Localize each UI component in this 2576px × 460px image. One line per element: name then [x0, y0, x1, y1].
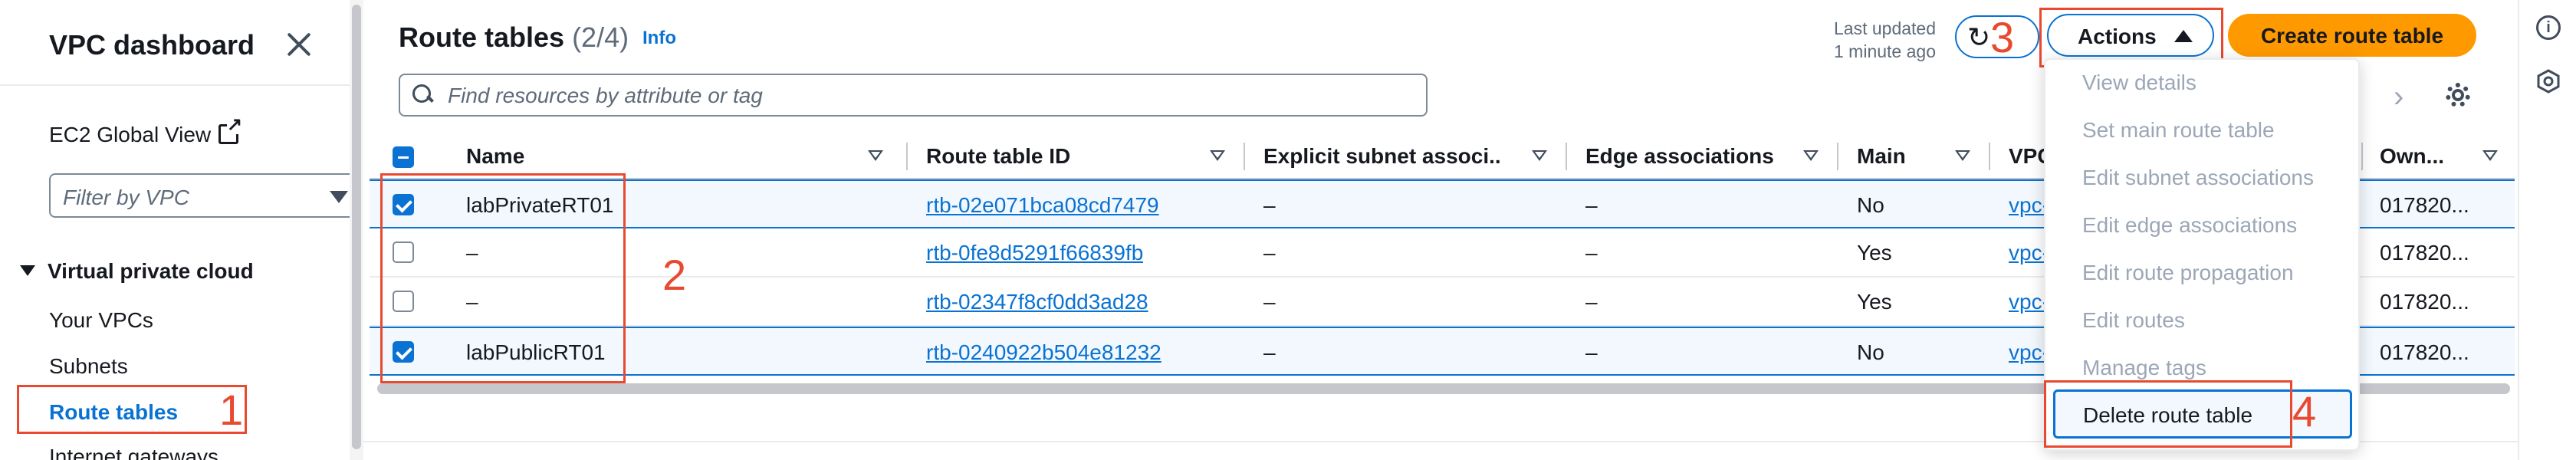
column-divider[interactable]: [1244, 143, 1245, 170]
info-icon[interactable]: i: [2536, 15, 2561, 40]
page-title-text: Route tables: [399, 21, 565, 53]
sort-icon[interactable]: [1803, 150, 1819, 161]
cell-route-table-id[interactable]: rtb-02347f8cf0dd3ad28: [926, 290, 1148, 314]
annotation-number-1: 1: [219, 386, 244, 434]
cell-edge: –: [1585, 193, 1598, 217]
section-virtual-private-cloud[interactable]: Virtual private cloud: [20, 259, 254, 284]
search-placeholder: Find resources by attribute or tag: [448, 84, 763, 107]
menu-item-edit-routes[interactable]: Edit routes: [2082, 308, 2185, 333]
cell-explicit: –: [1263, 193, 1276, 217]
menu-item-set-main-route-table[interactable]: Set main route table: [2082, 118, 2275, 143]
create-route-table-label: Create route table: [2260, 24, 2444, 48]
cell-explicit: –: [1263, 340, 1276, 364]
info-link[interactable]: Info: [642, 28, 676, 49]
main-content: Route tables (2/4) Info Last updated 1 m…: [363, 0, 2518, 460]
last-updated-label: Last updated: [1834, 18, 1937, 38]
cell-owner: 017820...: [2380, 290, 2469, 314]
cell-explicit: –: [1263, 290, 1276, 314]
column-header-name[interactable]: Name: [466, 144, 524, 169]
column-divider[interactable]: [1989, 143, 1990, 170]
filter-placeholder: Filter by VPC: [63, 186, 189, 209]
ec2-global-view-link[interactable]: EC2 Global View: [49, 116, 243, 147]
close-icon[interactable]: [285, 31, 313, 58]
menu-item-view-details[interactable]: View details: [2082, 71, 2196, 95]
menu-item-edit-edge-associations[interactable]: Edit edge associations: [2082, 213, 2297, 238]
select-all-checkbox[interactable]: [393, 146, 414, 168]
annotation-number-2: 2: [662, 251, 687, 299]
cell-route-table-id[interactable]: rtb-0240922b504e81232: [926, 340, 1162, 365]
menu-item-edit-route-propagation[interactable]: Edit route propagation: [2082, 261, 2294, 285]
cell-main: Yes: [1857, 241, 1892, 264]
cell-route-table-id[interactable]: rtb-0fe8d5291f66839fb: [926, 241, 1143, 265]
column-header-route-table-id[interactable]: Route table ID: [926, 144, 1070, 169]
refresh-icon: ↻: [1967, 21, 1991, 53]
sort-icon[interactable]: [2482, 150, 2498, 161]
annotation-box-1: [17, 385, 247, 434]
cell-explicit: –: [1263, 241, 1276, 264]
ec2-global-view-label: EC2 Global View: [49, 123, 212, 146]
last-updated-time: 1 minute ago: [1834, 41, 1936, 61]
section-label: Virtual private cloud: [48, 259, 254, 283]
last-updated: Last updated 1 minute ago: [1834, 17, 1936, 63]
chevron-right-icon[interactable]: ›: [2394, 80, 2404, 114]
external-link-icon: [219, 116, 243, 144]
sidebar-scrollbar-thumb[interactable]: [352, 5, 361, 449]
column-divider[interactable]: [2361, 143, 2363, 170]
annotation-box-4: [2044, 380, 2292, 448]
hexagon-icon[interactable]: [2536, 69, 2561, 94]
column-divider[interactable]: [1837, 143, 1838, 170]
sidebar-title[interactable]: VPC dashboard: [49, 29, 255, 61]
menu-item-edit-subnet-associations[interactable]: Edit subnet associations: [2082, 166, 2314, 190]
cell-main: No: [1857, 340, 1884, 364]
right-rail: i: [2518, 0, 2576, 460]
sidebar-item-your-vpcs[interactable]: Your VPCs: [49, 308, 153, 333]
column-header-edge-associations[interactable]: Edge associations: [1585, 144, 1774, 169]
page-title: Route tables (2/4): [399, 21, 629, 54]
cell-vpc[interactable]: vpc-: [2009, 193, 2049, 218]
gear-icon[interactable]: [2443, 80, 2473, 110]
column-divider[interactable]: [1566, 143, 1567, 170]
cell-edge: –: [1585, 340, 1598, 364]
cell-edge: –: [1585, 290, 1598, 314]
sort-icon[interactable]: [1210, 150, 1225, 161]
caret-down-icon: [330, 191, 348, 203]
filter-by-vpc-select[interactable]: Filter by VPC: [49, 173, 363, 218]
cell-main: No: [1857, 193, 1884, 217]
cell-vpc[interactable]: vpc-: [2009, 340, 2049, 365]
annotation-number-4: 4: [2292, 387, 2317, 435]
annotation-box-2: [380, 173, 626, 383]
cell-vpc[interactable]: vpc-: [2009, 241, 2049, 265]
menu-item-manage-tags[interactable]: Manage tags: [2082, 356, 2206, 380]
column-header-explicit-subnet[interactable]: Explicit subnet associ...: [1263, 144, 1501, 169]
sort-icon[interactable]: [1955, 150, 1970, 161]
caret-down-icon: [20, 265, 35, 276]
sort-icon[interactable]: [1532, 150, 1547, 161]
cell-owner: 017820...: [2380, 340, 2469, 364]
side-navigation: VPC dashboard EC2 Global View Filter by …: [0, 0, 363, 460]
sidebar-item-internet-gateways[interactable]: Internet gateways: [49, 445, 219, 460]
cell-vpc[interactable]: vpc-: [2009, 290, 2049, 314]
sidebar-divider: [0, 84, 350, 86]
column-header-owner[interactable]: Own...: [2380, 144, 2444, 169]
create-route-table-button[interactable]: Create route table: [2228, 14, 2476, 57]
column-header-main[interactable]: Main: [1857, 144, 1906, 169]
column-divider[interactable]: [906, 143, 908, 170]
search-input[interactable]: Find resources by attribute or tag: [399, 74, 1428, 117]
selection-count: (2/4): [572, 21, 629, 53]
cell-owner: 017820...: [2380, 193, 2469, 217]
cell-route-table-id[interactable]: rtb-02e071bca08cd7479: [926, 193, 1159, 218]
sidebar-scrollbar[interactable]: [350, 0, 363, 460]
cell-owner: 017820...: [2380, 241, 2469, 264]
cell-edge: –: [1585, 241, 1598, 264]
sidebar-item-subnets[interactable]: Subnets: [49, 354, 128, 379]
cell-main: Yes: [1857, 290, 1892, 314]
search-icon: [412, 84, 432, 104]
annotation-number-3: 3: [1990, 13, 2015, 61]
sort-icon[interactable]: [868, 150, 883, 161]
